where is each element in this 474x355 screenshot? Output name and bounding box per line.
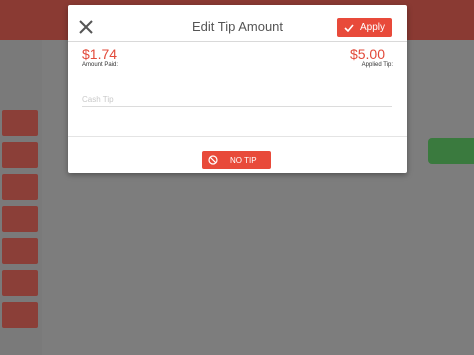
applied-tip-value: $5.00 [349,46,385,62]
apply-label: Apply [359,22,385,33]
background-sidebar-item [2,302,38,328]
amount-paid-label: Amount Paid: [82,62,119,68]
edit-tip-modal: Edit Tip Amount Apply $1.74 Amount Paid:… [68,5,407,173]
background-green-button [428,138,474,164]
amount-paid-value: $1.74 [82,46,118,62]
background-sidebar-item [2,238,38,264]
background-sidebar-item [2,174,38,200]
no-tip-label: NO TIP [230,155,257,165]
no-tip-button[interactable]: NO TIP [202,151,271,169]
background-sidebar-item [2,142,38,168]
check-icon [344,23,354,32]
applied-tip-label: Applied Tip: [361,62,393,68]
modal-header: Edit Tip Amount Apply [68,5,407,42]
cash-tip-input[interactable] [82,93,392,107]
background-sidebar-item [2,206,38,232]
background-sidebar [0,40,42,355]
no-entry-icon [208,155,218,165]
background-sidebar-item [2,110,38,136]
footer-divider [68,136,407,137]
apply-button[interactable]: Apply [337,18,392,37]
background-sidebar-item [2,270,38,296]
